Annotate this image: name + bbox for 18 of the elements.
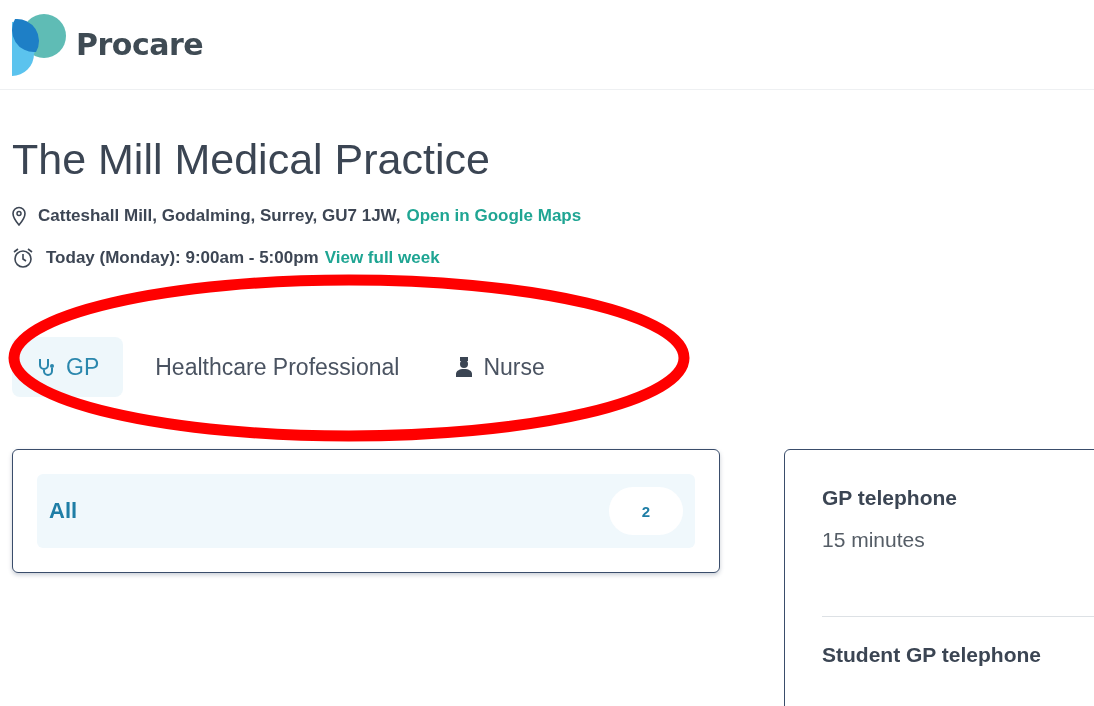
alarm-clock-icon (12, 247, 34, 269)
location-pin-icon (12, 206, 26, 226)
stethoscope-icon (36, 357, 56, 377)
practice-name: The Mill Medical Practice (12, 138, 491, 181)
tab[interactable]: Nurse (431, 337, 569, 397)
maps-link[interactable]: Open in Google Maps (406, 206, 582, 226)
logo-text: Procare (76, 27, 204, 62)
week-link[interactable]: View full week (324, 248, 440, 268)
address-text: Catteshall Mill, Godalming, Surrey, GU7 1JW, (38, 206, 401, 226)
appointment-duration: 15 minutes (822, 528, 926, 552)
nurse-icon (455, 357, 474, 377)
logo-icon (12, 13, 66, 76)
hours-text: Today (Monday): 9:00am - 5:00pm (46, 248, 319, 268)
tab[interactable]: Healthcare Professional (131, 337, 424, 397)
appointment-name: GP telephone (822, 486, 958, 510)
filter-item[interactable]: All 2 (37, 474, 695, 548)
appointment-name: Student GP telephone (822, 643, 1042, 667)
count-badge: 2 (609, 487, 683, 535)
